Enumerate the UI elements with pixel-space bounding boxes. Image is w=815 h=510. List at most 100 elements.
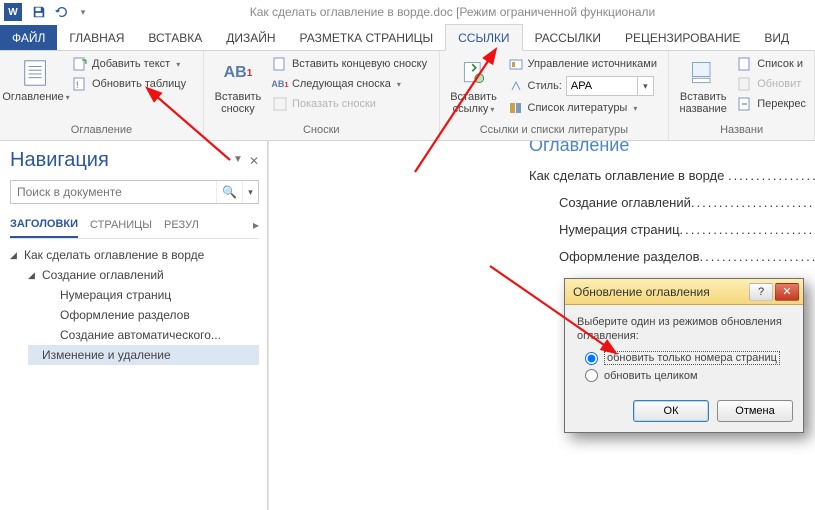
nav-close-icon[interactable]: ✕ [249,154,259,168]
nav-search[interactable]: 🔍 ▾ [10,180,259,204]
qat-customize-icon[interactable]: ▾ [72,1,94,23]
dialog-title-text: Обновление оглавления [573,285,747,299]
insert-footnote-button[interactable]: AB1 Вставить сноску [210,53,266,115]
caption-label: Вставить название [680,91,727,115]
endnote-icon [272,56,288,72]
toc-label: Оглавление▾ [2,91,69,104]
nav-tab-results[interactable]: РЕЗУЛ [164,213,199,237]
radio-update-page-numbers[interactable]: обновить только номера страниц [585,351,791,365]
toc-line: Оформление разделов.....................… [529,249,815,264]
bibliography-icon [508,100,524,116]
manage-sources-icon [508,56,524,72]
show-notes-button[interactable]: Показать сноски [270,95,429,113]
cross-reference-button[interactable]: Перекрес [735,95,808,113]
nav-tree: ◢Как сделать оглавление в ворде ◢Создани… [10,245,259,365]
nav-dropdown-icon[interactable]: ▼ [233,154,243,168]
group-captions-label: Названи [675,122,808,140]
search-icon[interactable]: 🔍 [216,181,242,203]
svg-text:!: ! [76,80,79,90]
footnote-label: Вставить сноску [215,91,262,115]
update-toc-button[interactable]: ! Обновить таблицу [70,75,188,93]
show-notes-label: Показать сноски [292,98,376,110]
nav-tab-pages[interactable]: СТРАНИЦЫ [90,213,152,237]
add-text-button[interactable]: Добавить текст▾ [70,55,188,73]
dialog-buttons: ОК Отмена [565,392,803,432]
save-icon[interactable] [28,1,50,23]
dialog-help-button[interactable]: ? [749,283,773,301]
radio-label: обновить целиком [604,370,698,382]
group-footnotes-label: Сноски [210,122,433,140]
citation-style-row: Стиль: ▾ [506,75,659,97]
tab-references[interactable]: ССЫЛКИ [445,24,522,51]
dialog-prompt: Выберите один из режимов обновления огла… [577,315,791,343]
toc-button[interactable]: Оглавление▾ [6,53,66,104]
update-tof-button[interactable]: Обновит [735,75,808,93]
tab-page-layout[interactable]: РАЗМЕТКА СТРАНИЦЫ [288,25,446,50]
radio-update-entire[interactable]: обновить целиком [585,369,791,382]
document-page: Оглавление Как сделать оглавление в ворд… [369,141,815,276]
ok-button[interactable]: ОК [633,400,709,422]
dialog-titlebar[interactable]: Обновление оглавления ? ✕ [565,279,803,305]
next-footnote-button[interactable]: AB1 Следующая сноска▾ [270,75,429,93]
endnote-label: Вставить концевую сноску [292,58,427,70]
tab-view[interactable]: ВИД [752,25,801,50]
dialog-close-button[interactable]: ✕ [775,283,799,301]
style-icon [508,78,524,94]
tab-file[interactable]: ФАЙЛ [0,25,57,50]
tab-insert[interactable]: ВСТАВКА [136,25,214,50]
manage-sources-label: Управление источниками [528,58,657,70]
search-dropdown-icon[interactable]: ▾ [242,181,258,203]
tab-review[interactable]: РЕЦЕНЗИРОВАНИЕ [613,25,752,50]
style-combo[interactable]: ▾ [566,76,654,96]
toc-line: Как сделать оглавление в ворде .........… [529,168,815,183]
radio-label: обновить только номера страниц [604,351,780,365]
tree-item[interactable]: Нумерация страниц [46,285,259,305]
twisty-icon[interactable]: ◢ [28,270,38,281]
insert-endnote-button[interactable]: Вставить концевую сноску [270,55,429,73]
radio-input[interactable] [585,352,598,365]
tree-item-root[interactable]: ◢ Как сделать оглавление в ворде [10,245,259,265]
style-dropdown-icon[interactable]: ▾ [637,77,653,95]
citation-icon [458,57,490,89]
tree-item-selected[interactable]: Изменение и удаление [28,345,259,365]
tree-item[interactable]: Создание автоматического... [46,325,259,345]
twisty-icon[interactable]: ◢ [10,250,20,261]
dialog-body: Выберите один из режимов обновления огла… [565,305,803,392]
group-citations-label: Ссылки и списки литературы [446,122,663,140]
tree-item[interactable]: ◢Создание оглавлений [28,265,259,285]
tree-label: Как сделать оглавление в ворде [24,248,204,262]
nav-tabs-more-icon[interactable]: ▸ [253,218,259,232]
cancel-button[interactable]: Отмена [717,400,793,422]
document-title: Как сделать оглавление в ворде.doc [Режи… [94,5,811,19]
group-toc-label: Оглавление [6,122,197,140]
nav-tab-headings[interactable]: ЗАГОЛОВКИ [10,212,78,238]
title-bar: W ▾ Как сделать оглавление в ворде.doc [… [0,0,815,24]
citation-label: Вставить ссылку▾ [450,91,497,116]
tab-design[interactable]: ДИЗАЙН [214,25,287,50]
ribbon-tabs: ФАЙЛ ГЛАВНАЯ ВСТАВКА ДИЗАЙН РАЗМЕТКА СТР… [0,24,815,51]
next-footnote-icon: AB1 [272,76,288,92]
tab-mailings[interactable]: РАССЫЛКИ [523,25,613,50]
insert-tof-button[interactable]: Список и [735,55,808,73]
insert-caption-button[interactable]: Вставить название [675,53,731,115]
page-toc-title: Оглавление [529,141,815,156]
tree-label: Оформление разделов [60,308,190,322]
bibliography-button[interactable]: Список литературы▾ [506,99,659,117]
cross-ref-label: Перекрес [757,98,806,110]
radio-input[interactable] [585,369,598,382]
tof-label: Список и [757,58,803,70]
toc-line: Нумерация страниц.......................… [529,222,815,237]
word-app-icon: W [4,3,22,21]
manage-sources-button[interactable]: Управление источниками [506,55,659,73]
ribbon: Оглавление▾ Добавить текст▾ ! Обновить т… [0,51,815,141]
tree-label: Создание автоматического... [60,328,221,342]
tab-home[interactable]: ГЛАВНАЯ [57,25,136,50]
undo-icon[interactable] [50,1,72,23]
toc-line: Создание оглавлений.....................… [529,195,815,210]
tof-icon [737,56,753,72]
nav-tabs: ЗАГОЛОВКИ СТРАНИЦЫ РЕЗУЛ ▸ [10,212,259,239]
nav-search-input[interactable] [11,181,216,203]
tree-item[interactable]: Оформление разделов [46,305,259,325]
insert-citation-button[interactable]: Вставить ссылку▾ [446,53,502,116]
style-input[interactable] [567,80,637,92]
